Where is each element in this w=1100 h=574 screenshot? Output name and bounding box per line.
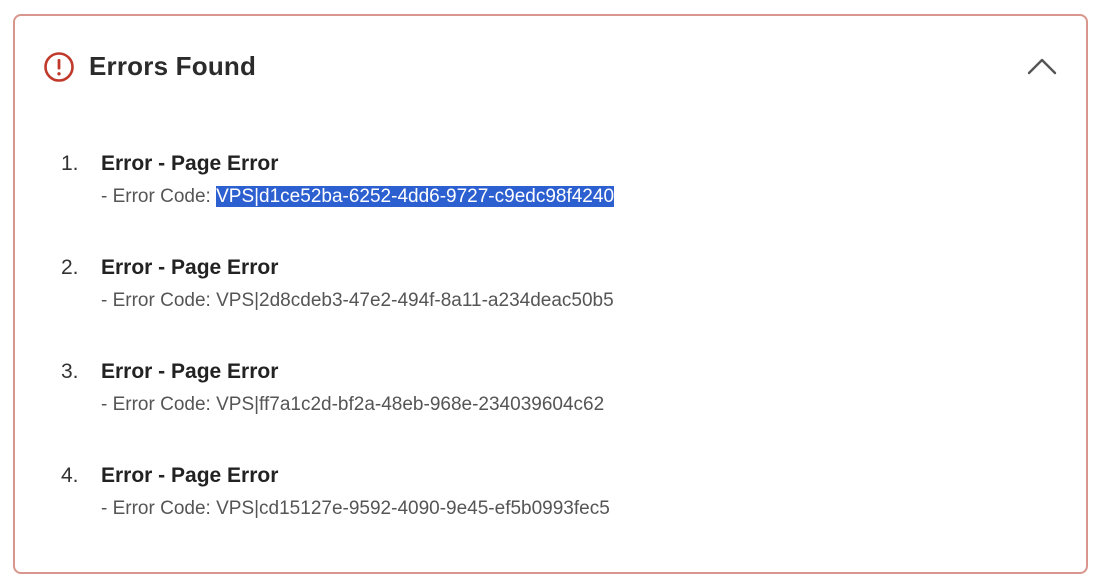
- error-number: 3.: [61, 360, 79, 383]
- error-code-value[interactable]: VPS|ff7a1c2d-bf2a-48eb-968e-234039604c62: [216, 394, 604, 415]
- error-item: 4. Error - Page Error - Error Code: VPS|…: [15, 458, 1086, 562]
- errors-panel: Errors Found 1. Error - Page Error - Err…: [13, 14, 1088, 574]
- error-code-value[interactable]: VPS|cd15127e-9592-4090-9e45-ef5b0993fec5: [216, 498, 610, 519]
- error-code-line: - Error Code: VPS|d1ce52ba-6252-4dd6-972…: [101, 184, 615, 210]
- error-code-label: - Error Code:: [101, 186, 217, 207]
- errors-panel-header[interactable]: Errors Found: [15, 16, 1086, 118]
- error-code-line: - Error Code: VPS|2d8cdeb3-47e2-494f-8a1…: [101, 288, 614, 314]
- error-item: 2. Error - Page Error - Error Code: VPS|…: [15, 250, 1086, 354]
- errors-list: 1. Error - Page Error - Error Code: VPS|…: [15, 146, 1086, 562]
- error-code-label: - Error Code:: [101, 498, 217, 519]
- error-item: 3. Error - Page Error - Error Code: VPS|…: [15, 354, 1086, 458]
- error-code-line: - Error Code: VPS|cd15127e-9592-4090-9e4…: [101, 496, 610, 522]
- collapse-button[interactable]: [1022, 46, 1062, 86]
- error-title: Error - Page Error: [101, 360, 279, 383]
- error-title: Error - Page Error: [101, 256, 279, 279]
- error-code-label: - Error Code:: [101, 290, 217, 311]
- error-number: 2.: [61, 256, 79, 279]
- exclamation-circle-icon: [43, 51, 75, 83]
- error-code-label: - Error Code:: [101, 394, 217, 415]
- error-title: Error - Page Error: [101, 152, 279, 175]
- error-code-value[interactable]: VPS|d1ce52ba-6252-4dd6-9727-c9edc98f4240: [216, 186, 615, 207]
- error-number: 4.: [61, 464, 79, 487]
- panel-title: Errors Found: [89, 51, 257, 81]
- error-number: 1.: [61, 152, 79, 175]
- error-item: 1. Error - Page Error - Error Code: VPS|…: [15, 146, 1086, 250]
- chevron-up-icon: [1027, 58, 1057, 75]
- error-code-line: - Error Code: VPS|ff7a1c2d-bf2a-48eb-968…: [101, 392, 604, 418]
- error-title: Error - Page Error: [101, 464, 279, 487]
- error-code-value[interactable]: VPS|2d8cdeb3-47e2-494f-8a11-a234deac50b5: [216, 290, 614, 311]
